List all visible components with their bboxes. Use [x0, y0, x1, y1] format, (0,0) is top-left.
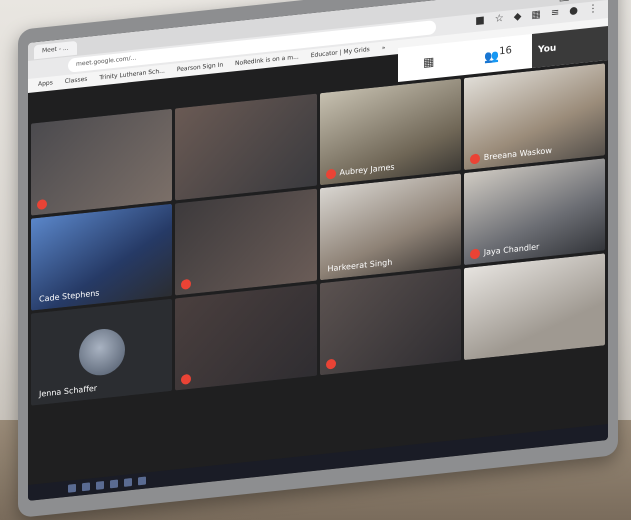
reading-list-icon[interactable]: ≡	[551, 7, 559, 19]
taskbar-app-icon[interactable]	[138, 476, 146, 486]
grid-icon[interactable]: ▦	[531, 9, 540, 21]
menu-icon[interactable]: ⋮	[588, 3, 598, 15]
minimize-icon[interactable]: –	[535, 0, 541, 6]
taskbar-app-icon[interactable]	[82, 482, 90, 492]
participant-tile[interactable]: Breeana Waskow	[463, 63, 605, 171]
participant-tile[interactable]	[175, 93, 317, 201]
camera-icon[interactable]: ■	[475, 15, 484, 27]
participant-tile[interactable]	[463, 253, 605, 361]
star-icon[interactable]: ☆	[495, 13, 504, 25]
video-feed	[175, 93, 317, 201]
participant-tile[interactable]: Aubrey James	[319, 78, 461, 186]
bookmarks-overflow[interactable]: »	[382, 44, 386, 51]
laptop-screen: Meet - ... – □ × meet.google.com/... ■ ☆…	[28, 0, 608, 501]
participant-tile[interactable]: Cade Stephens	[31, 203, 173, 311]
maximize-icon[interactable]: □	[559, 0, 570, 3]
laptop: Meet - ... – □ × meet.google.com/... ■ ☆…	[18, 0, 618, 519]
video-feed	[31, 108, 173, 216]
extension-icon[interactable]: ◆	[514, 11, 522, 23]
grid-view-icon[interactable]: ▦	[423, 54, 434, 69]
participant-tile[interactable]	[175, 188, 317, 296]
video-feed	[175, 283, 317, 391]
bookmark-item[interactable]: Trinity Lutheran Sch...	[99, 68, 165, 82]
participants-button[interactable]: 👥16	[484, 45, 512, 64]
participant-tile[interactable]	[175, 283, 317, 391]
taskbar-app-icon[interactable]	[96, 480, 104, 490]
bookmark-item[interactable]: Apps	[38, 79, 53, 88]
taskbar-app-icon[interactable]	[124, 478, 132, 487]
participant-tile[interactable]: Harkeerat Singh	[319, 173, 461, 281]
participant-tile[interactable]: Jenna Schaffer	[31, 298, 173, 406]
video-feed	[319, 268, 461, 376]
browser-tab[interactable]: Meet - ...	[34, 40, 77, 60]
participant-tile[interactable]	[319, 268, 461, 376]
participant-tile[interactable]: Jaya Chandler	[463, 158, 605, 266]
bookmark-item[interactable]: Pearson Sign In	[177, 61, 223, 73]
profile-avatar[interactable]: ●	[569, 5, 578, 17]
taskbar-app-icon[interactable]	[68, 483, 76, 493]
bookmark-item[interactable]: Classes	[65, 76, 88, 85]
taskbar-app-icon[interactable]	[110, 479, 118, 489]
educator-extension-link[interactable]: Educator | My Grids	[311, 46, 370, 59]
participant-tile[interactable]	[31, 108, 173, 216]
participants-count: 16	[499, 45, 512, 58]
bookmark-item[interactable]: NoRedInk is on a m...	[235, 53, 299, 67]
video-feed	[463, 253, 605, 361]
video-feed	[175, 188, 317, 296]
